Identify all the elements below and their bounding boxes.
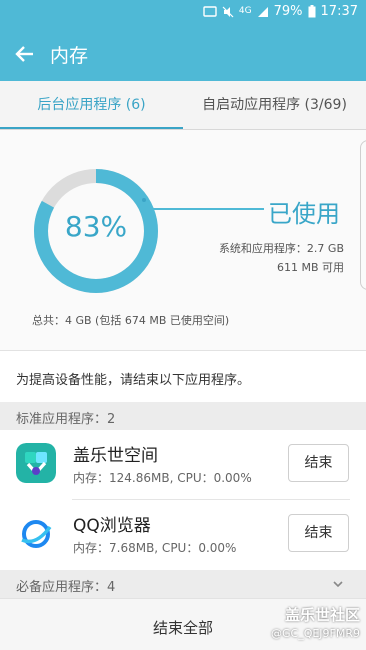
end-app-button[interactable]: 结束: [288, 514, 349, 552]
app-usage: 内存：7.68MB, CPU：0.00%: [73, 541, 237, 555]
tab-background-apps[interactable]: 后台应用程序 (6): [0, 81, 183, 130]
section-standard-label: 标准应用程序：2: [16, 412, 116, 427]
used-label: 已使用: [268, 200, 340, 228]
usage-percent: 83%: [64, 210, 128, 243]
galaxy-space-app-icon: [16, 443, 56, 483]
list-item-app[interactable]: 盖乐世空间 内存：124.86MB, CPU：0.00% 结束: [0, 430, 366, 500]
app-name: 盖乐世空间: [73, 446, 158, 466]
battery-percent: 79%: [273, 4, 303, 19]
watermark-handle: @GC_QEJ9FMR9: [270, 627, 360, 640]
clock: 17:37: [320, 4, 358, 19]
performance-notice: 为提高设备性能，请结束以下应用程序。: [0, 350, 366, 402]
status-icons: 4G 79% 17:37: [203, 4, 358, 19]
chevron-down-icon[interactable]: [332, 578, 344, 590]
section-required-apps[interactable]: 必备应用程序：4: [0, 570, 366, 598]
system-apps-usage: 系统和应用程序：2.7 GB: [218, 242, 344, 255]
notice-text: 为提高设备性能，请结束以下应用程序。: [16, 373, 251, 388]
section-required-label: 必备应用程序：4: [16, 580, 116, 595]
leader-line: [148, 208, 264, 210]
list-item-app[interactable]: QQ浏览器 内存：7.68MB, CPU：0.00% 结束: [0, 500, 366, 570]
battery-icon: [308, 5, 316, 18]
message-icon: [203, 6, 217, 17]
available-memory: 611 MB 可用: [276, 261, 344, 274]
app-name: QQ浏览器: [73, 516, 151, 536]
section-standard-apps: 标准应用程序：2: [0, 402, 366, 430]
watermark-title: 盖乐世社区: [284, 606, 360, 624]
network-type: 4G: [238, 6, 252, 16]
qq-browser-app-icon: [16, 513, 56, 553]
ring-marker-dot: [142, 198, 146, 202]
end-app-button[interactable]: 结束: [288, 444, 349, 482]
tab-autostart-apps[interactable]: 自启动应用程序 (3/69): [183, 81, 366, 130]
total-memory: 总共：4 GB (包括 674 MB 已使用空间): [32, 314, 230, 327]
page-title: 内存: [50, 45, 89, 67]
mute-icon: [222, 6, 234, 17]
tab-bar: 后台应用程序 (6) 自启动应用程序 (3/69): [0, 81, 366, 130]
app-usage: 内存：124.86MB, CPU：0.00%: [73, 471, 252, 485]
signal-icon: [257, 6, 268, 17]
side-handle[interactable]: [360, 140, 366, 290]
app-bar: 内存: [0, 26, 366, 81]
status-bar: 4G 79% 17:37: [0, 0, 366, 26]
back-arrow-icon[interactable]: [12, 41, 38, 67]
